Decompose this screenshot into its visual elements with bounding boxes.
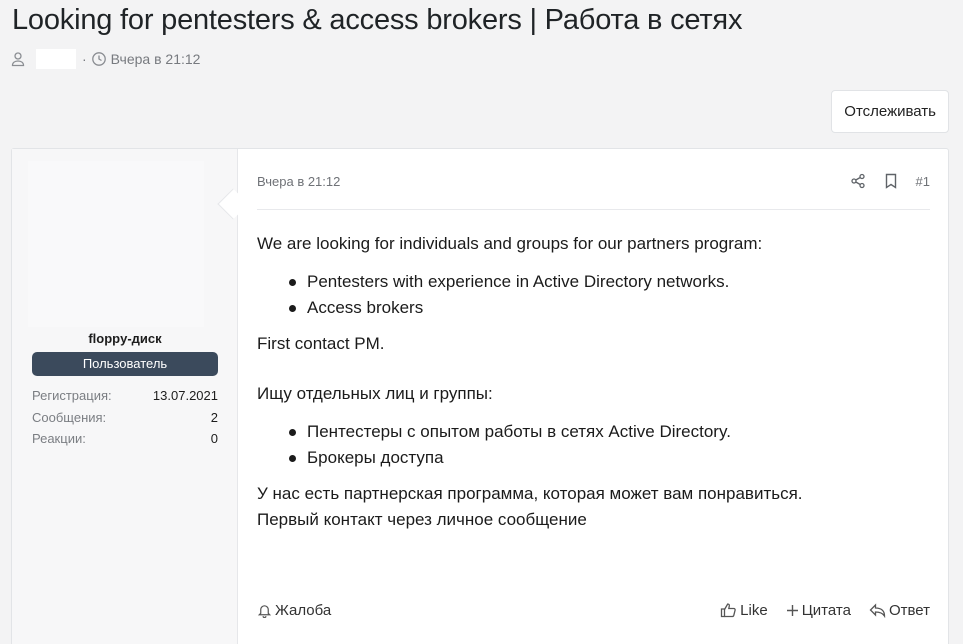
reply-label: Ответ <box>888 601 930 619</box>
meta-separator: · <box>82 51 87 67</box>
thread-title: Looking for pentesters & access brokers … <box>12 4 743 36</box>
stat-label: Сообщения: <box>32 409 107 425</box>
quote-button[interactable]: Цитата <box>786 602 851 619</box>
thread-author-link[interactable] <box>36 49 76 69</box>
quote-label: Цитата <box>801 601 851 619</box>
report-button[interactable]: Жалоба <box>257 602 331 619</box>
stat-label: Регистрация: <box>32 388 112 403</box>
post-header: Вчера в 21:12 #1 <box>257 171 930 191</box>
stat-value: 13.07.2021 <box>152 388 218 403</box>
thread-date[interactable]: Вчера в 21:12 <box>111 51 201 67</box>
list-item: Брокеры доступа <box>289 445 930 471</box>
user-role-badge: Пользователь <box>32 352 218 376</box>
bookmark-icon[interactable] <box>884 173 898 189</box>
list-item: Pentesters with experience in Active Dir… <box>289 269 930 295</box>
user-info-column: floppy-диск Пользователь Регистрация: 13… <box>12 149 238 644</box>
post-footer: Жалоба Like Цитата Ответ <box>257 599 930 621</box>
clock-icon <box>91 51 107 67</box>
report-label: Жалоба <box>275 601 332 619</box>
stat-value: 0 <box>210 431 218 446</box>
post-paragraph: У нас есть партнерская программа, котора… <box>257 484 803 503</box>
post-paragraph: Ищу отдельных лиц и группы: <box>257 384 493 403</box>
post-paragraph: Первый контакт через личное сообщение <box>257 510 587 529</box>
reply-icon <box>869 602 886 618</box>
stat-row-messages: Сообщения: 2 <box>32 407 218 429</box>
post-date[interactable]: Вчера в 21:12 <box>257 174 340 189</box>
like-label: Like <box>740 601 768 619</box>
list-item: Access brokers <box>289 295 930 321</box>
user-stats: Регистрация: 13.07.2021 Сообщения: 2 Реа… <box>32 385 218 450</box>
user-icon <box>10 51 26 67</box>
post-header-divider <box>257 209 930 210</box>
stat-row-reactions: Реакции: 0 <box>32 428 218 450</box>
post-body: We are looking for individuals and group… <box>257 231 930 533</box>
bell-icon <box>257 603 272 618</box>
stat-value[interactable]: 2 <box>211 407 218 429</box>
thread-meta: · Вчера в 21:12 <box>10 49 200 69</box>
list-item: Пентестеры с опытом работы в сетях Activ… <box>289 419 930 445</box>
username[interactable]: floppy-диск <box>12 331 238 346</box>
share-icon[interactable] <box>850 173 866 189</box>
list-ru: Пентестеры с опытом работы в сетях Activ… <box>289 419 930 471</box>
thumbs-up-icon <box>720 602 737 618</box>
reply-button[interactable]: Ответ <box>869 602 930 619</box>
follow-button[interactable]: Отслеживать <box>831 90 949 133</box>
post-number[interactable]: #1 <box>916 174 930 189</box>
post-paragraph: First contact PM. <box>257 334 385 353</box>
plus-icon <box>786 604 799 617</box>
list-en: Pentesters with experience in Active Dir… <box>289 269 930 321</box>
post: floppy-диск Пользователь Регистрация: 13… <box>11 148 949 644</box>
post-footer-actions: Like Цитата Ответ <box>720 602 930 619</box>
post-paragraph: We are looking for individuals and group… <box>257 234 763 253</box>
avatar[interactable] <box>28 161 204 327</box>
like-button[interactable]: Like <box>720 602 768 619</box>
stat-label: Реакции: <box>32 431 86 446</box>
post-header-actions: #1 <box>850 173 930 189</box>
stat-row-registration: Регистрация: 13.07.2021 <box>32 385 218 407</box>
